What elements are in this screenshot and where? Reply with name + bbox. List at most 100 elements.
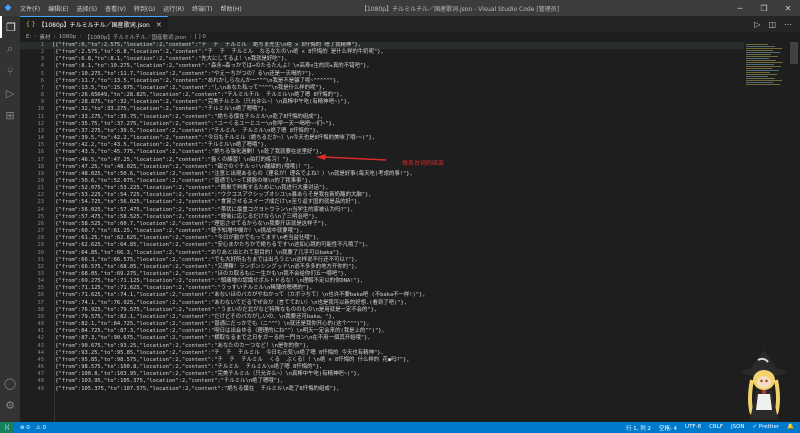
window-controls: ─ ❐ ✕ (728, 0, 800, 16)
menu-help[interactable]: 帮助(H) (218, 4, 243, 13)
warnings-count[interactable]: ⚠ 0 (36, 425, 46, 431)
minimap-line (746, 54, 771, 55)
code-editor[interactable]: 1 [{"from":0,"to":2.575,"location":2,"con… (20, 42, 744, 422)
remote-icon[interactable]: ⟩⟨ (0, 422, 14, 433)
scrollbar-thumb[interactable] (790, 42, 798, 64)
line-number: 13 (37, 127, 45, 134)
line-number: 46 (37, 364, 45, 371)
explorer-icon[interactable]: ❐ (0, 16, 20, 38)
line-number: 7 (40, 84, 44, 91)
line-number: 42 (37, 335, 45, 342)
code-line[interactable]: 4 {"from":8.1,"to":10.275,"location":2,"… (20, 63, 744, 70)
code-line[interactable]: 19 {"from":48.025,"to":50.6,"location":2… (20, 171, 744, 178)
line-number: 15 (37, 142, 45, 149)
code-line[interactable]: 49 {"from":105.375,"to":107.575,"locatio… (20, 386, 744, 393)
line-text: {"from":47.25,"to":48.025,"location":2,"… (52, 163, 314, 170)
menu-run[interactable]: 运行(R) (161, 4, 186, 13)
menu-terminal[interactable]: 终端(T) (190, 4, 214, 13)
menu-edit[interactable]: 编辑(E) (46, 4, 70, 13)
code-line[interactable]: 45 {"from":95.85,"to":98.575,"location":… (20, 357, 744, 364)
code-line[interactable]: 43 {"from":90.675,"to":93.25,"location":… (20, 343, 744, 350)
line-text: {"from":57.475,"to":58.525,"location":2,… (52, 213, 318, 220)
line-text: {"from":95.85,"to":98.575,"location":2,"… (52, 356, 410, 363)
code-line[interactable]: 32 {"from":66.575,"to":68.05,"location":… (20, 264, 744, 271)
extensions-icon[interactable]: ⊞ (0, 104, 20, 126)
cursor-position[interactable]: 行 1, 列 2 (626, 424, 651, 432)
code-line[interactable]: 44 {"from":93.25,"to":95.85,"location":2… (20, 350, 744, 357)
code-line[interactable]: 10 {"from":32,"to":33.275,"location":2,"… (20, 106, 744, 113)
more-actions-icon[interactable]: ⋯ (784, 20, 792, 29)
line-number: 16 (37, 149, 45, 156)
line-text: {"from":10.275,"to":11.7,"location":2,"c… (52, 70, 315, 77)
notifications-bell-icon[interactable]: 🔔 (787, 424, 794, 432)
chevron-right-icon: › (79, 34, 82, 40)
prettier-status[interactable]: ✓ Prettier (753, 424, 780, 432)
code-line[interactable]: 29 {"from":62.625,"to":64.85,"location":… (20, 242, 744, 249)
tab-json-file[interactable]: { } 【1080p】チルミルチル／国産歌词.json ✕ (20, 16, 168, 32)
code-line[interactable]: 24 {"from":56.025,"to":57.475,"location"… (20, 207, 744, 214)
menu-selection[interactable]: 选择(S) (75, 4, 100, 13)
breadcrumb-folder-material[interactable]: 素材 (40, 33, 51, 41)
code-line[interactable]: 13 {"from":37.275,"to":39.5,"location":2… (20, 128, 744, 135)
line-number: 22 (37, 192, 45, 199)
line-number: 14 (37, 135, 45, 142)
split-editor-icon[interactable]: ◫ (768, 20, 776, 29)
search-icon[interactable]: ⌕ (0, 38, 20, 60)
code-line[interactable]: 31 {"from":66.3,"to":66.575,"location":2… (20, 257, 744, 264)
code-line[interactable]: 37 {"from":74.1,"to":76.925,"location":2… (20, 300, 744, 307)
menu-go[interactable]: 转到(G) (132, 4, 157, 13)
minimap-line (746, 56, 778, 57)
code-line[interactable]: 48 {"from":103.95,"to":105.375,"location… (20, 378, 744, 385)
menu-file[interactable]: 文件(F) (18, 4, 42, 13)
minimap-line (746, 68, 772, 69)
line-text: {"from":76.925,"to":79.575,"location":2,… (52, 306, 378, 313)
encoding[interactable]: UTF-8 (685, 424, 701, 432)
line-number: 48 (37, 378, 45, 385)
breadcrumb-file[interactable]: 【1080p】チルミルチル／国産歌词.json (84, 33, 186, 41)
line-number: 25 (37, 213, 45, 220)
line-number: 47 (37, 371, 45, 378)
minimap-line (746, 52, 780, 53)
errors-count[interactable]: ⊗ 0 (20, 425, 30, 431)
minimap-line (746, 66, 781, 67)
minimize-button[interactable]: ─ (728, 0, 752, 16)
code-line[interactable]: 5 {"from":10.275,"to":11.7,"location":2,… (20, 71, 744, 78)
code-line[interactable]: 11 {"from":33.275,"to":35.75,"location":… (20, 114, 744, 121)
breadcrumb-folder-1080p[interactable]: 1080p (59, 34, 77, 40)
code-line[interactable]: 6 {"from":11.7,"to":13.5,"location":2,"c… (20, 78, 744, 85)
minimap-line (746, 44, 768, 45)
gear-icon[interactable]: ⚙ (0, 394, 20, 416)
code-line[interactable]: 18 {"from":47.25,"to":48.025,"location":… (20, 164, 744, 171)
code-line[interactable]: 12 {"from":35.75,"to":37.275,"location":… (20, 121, 744, 128)
breadcrumb-symbol[interactable]: [ ] 0 (195, 34, 206, 40)
code-line[interactable]: 42 {"from":87.3,"to":90.675,"location":2… (20, 335, 744, 342)
account-icon[interactable]: ◯ (0, 372, 20, 394)
close-window-button[interactable]: ✕ (776, 0, 800, 16)
breadcrumb-drive[interactable]: E: (26, 34, 31, 40)
line-number: 21 (37, 185, 45, 192)
code-line[interactable]: 38 {"from":76.925,"to":79.575,"location"… (20, 307, 744, 314)
maximize-button[interactable]: ❐ (752, 0, 776, 16)
line-number: 20 (37, 177, 45, 184)
code-line[interactable]: 23 {"from":54.725,"to":56.025,"location"… (20, 199, 744, 206)
line-ending[interactable]: CRLF (709, 424, 723, 432)
minimap-line (746, 62, 783, 63)
run-debug-icon[interactable]: ▷ (0, 82, 20, 104)
close-tab-icon[interactable]: ✕ (156, 21, 162, 29)
line-number: 29 (37, 242, 45, 249)
run-icon[interactable]: ▷ (754, 20, 760, 29)
minimap-line (746, 50, 773, 51)
line-number: 40 (37, 321, 45, 328)
minimap-line (746, 70, 779, 71)
line-number: 1 (40, 42, 44, 48)
source-control-icon[interactable]: ⑂ (0, 60, 20, 82)
menu-view[interactable]: 查看(V) (103, 4, 128, 13)
code-line[interactable]: 30 {"from":64.85,"to":66.3,"location":2,… (20, 250, 744, 257)
indentation[interactable]: 空格: 4 (659, 424, 677, 432)
line-text: {"from":66.575,"to":68.05,"location":2,"… (52, 263, 358, 270)
code-line[interactable]: 26 {"from":58.525,"to":60.7,"location":2… (20, 221, 744, 228)
line-text: {"from":56.025,"to":57.475,"location":2,… (52, 206, 354, 213)
language-mode[interactable]: JSON (731, 424, 745, 432)
code-line[interactable]: 25 {"from":57.475,"to":58.525,"location"… (20, 214, 744, 221)
code-line[interactable]: 36 {"from":71.625,"to":74.1,"location":2… (20, 292, 744, 299)
